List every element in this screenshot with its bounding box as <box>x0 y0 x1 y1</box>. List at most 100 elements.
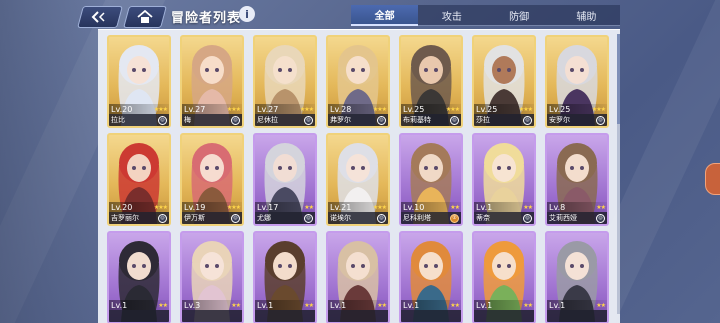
adventurer-card[interactable]: Lv.20 ★★★ 吉罗丽尔 ◎ <box>107 133 171 226</box>
adventurer-card[interactable]: Lv.1 ★★ <box>472 231 536 323</box>
rarity-stars: ★★ <box>523 301 533 309</box>
background-shade <box>0 0 110 323</box>
rarity-stars: ★★★ <box>372 105 387 113</box>
rarity-stars: ★★★ <box>226 203 241 211</box>
home-icon <box>137 10 153 23</box>
adventurer-card[interactable]: Lv.1 ★★ <box>253 231 317 323</box>
adventurer-card[interactable]: Lv.1 ★★ <box>326 231 390 323</box>
rarity-stars: ★★ <box>304 203 314 211</box>
tab-all[interactable]: 全部 <box>351 5 419 26</box>
level-label: Lv.1 <box>257 300 274 310</box>
adventurer-card[interactable]: Lv.1 ★★ <box>107 231 171 323</box>
level-label: Lv.1 <box>476 202 493 212</box>
class-badge-icon: ◎ <box>377 115 386 125</box>
adventurer-card[interactable]: Lv.1 ★★ 蒂奈 ◎ <box>472 133 536 226</box>
level-label: Lv.1 <box>111 300 128 310</box>
adventurer-card[interactable]: Lv.1 ★★ <box>399 231 463 323</box>
back-arrow-icon <box>91 11 105 23</box>
adventurer-name: 吉罗丽尔 <box>111 214 139 222</box>
class-badge-icon: ◎ <box>158 213 167 223</box>
rarity-stars: ★★ <box>450 203 460 211</box>
rarity-stars: ★★ <box>596 203 606 211</box>
adventurer-card[interactable]: Lv.17 ★★ 尤娜 ◎ <box>253 133 317 226</box>
level-label: Lv.20 <box>111 202 133 212</box>
rarity-stars: ★★ <box>377 301 387 309</box>
level-label: Lv.1 <box>549 300 566 310</box>
tab-defense[interactable]: 防御 <box>485 5 553 26</box>
adventurer-name: 伊万斯 <box>184 214 205 222</box>
adventurer-card[interactable]: Lv.27 ★★★ 梅 ◎ <box>180 35 244 128</box>
class-badge-icon: ◎ <box>158 115 167 125</box>
class-badge-icon: ◎ <box>596 213 605 223</box>
adventurer-card[interactable]: Lv.27 ★★★ 尼休拉 ◎ <box>253 35 317 128</box>
level-label: Lv.25 <box>403 104 425 114</box>
adventurer-card[interactable]: Lv.19 ★★★ 伊万斯 ◎ <box>180 133 244 226</box>
tab-attack[interactable]: 攻击 <box>418 5 486 26</box>
level-label: Lv.27 <box>257 104 279 114</box>
adventurer-name: 诺埃尔 <box>330 214 351 222</box>
adventurer-name: 布莉基特 <box>403 116 431 124</box>
level-label: Lv.1 <box>403 300 420 310</box>
class-badge-icon: ② <box>450 213 459 223</box>
side-drawer-handle[interactable] <box>705 163 720 195</box>
adventurer-name: 尼科利塔 <box>403 214 431 222</box>
level-label: Lv.28 <box>330 104 352 114</box>
class-badge-icon: ◎ <box>304 115 313 125</box>
rarity-stars: ★★★ <box>518 105 533 113</box>
adventurer-card[interactable]: Lv.25 ★★★ 安罗尔 ◎ <box>545 35 609 128</box>
class-badge-icon: ◎ <box>523 213 532 223</box>
rarity-stars: ★★★ <box>372 203 387 211</box>
adventurer-card[interactable]: Lv.3 ★★ <box>180 231 244 323</box>
rarity-stars: ★★ <box>596 301 606 309</box>
rarity-stars: ★★ <box>450 301 460 309</box>
class-badge-icon: ◎ <box>231 115 240 125</box>
rarity-stars: ★★★ <box>299 105 314 113</box>
adventurer-name: 莎拉 <box>476 116 490 124</box>
level-label: Lv.20 <box>111 104 133 114</box>
rarity-stars: ★★ <box>304 301 314 309</box>
level-label: Lv.17 <box>257 202 279 212</box>
class-badge-icon: ◎ <box>450 115 459 125</box>
home-button[interactable] <box>123 6 167 28</box>
adventurer-name: 弗罗尔 <box>330 116 351 124</box>
adventurer-card[interactable]: Lv.25 ★★★ 莎拉 ◎ <box>472 35 536 128</box>
level-label: Lv.21 <box>330 202 352 212</box>
adventurer-name: 安罗尔 <box>549 116 570 124</box>
rarity-stars: ★★ <box>231 301 241 309</box>
adventurer-card[interactable]: Lv.1 ★★ <box>545 231 609 323</box>
page-title: 冒险者列表 <box>171 11 242 26</box>
adventurer-card[interactable]: Lv.28 ★★★ 弗罗尔 ◎ <box>326 35 390 128</box>
rarity-stars: ★★★ <box>153 203 168 211</box>
rarity-stars: ★★★ <box>153 105 168 113</box>
adventurer-card[interactable]: Lv.25 ★★★ 布莉基特 ◎ <box>399 35 463 128</box>
level-label: Lv.25 <box>549 104 571 114</box>
rarity-stars: ★★★ <box>445 105 460 113</box>
rarity-stars: ★★★ <box>591 105 606 113</box>
adventurer-card[interactable]: Lv.21 ★★★ 诺埃尔 ◎ <box>326 133 390 226</box>
info-icon[interactable]: i <box>239 6 255 22</box>
level-label: Lv.1 <box>476 300 493 310</box>
scrollbar-thumb[interactable] <box>617 34 620 124</box>
level-label: Lv.8 <box>549 202 566 212</box>
adventurer-name: 尤娜 <box>257 214 271 222</box>
adventurer-card[interactable]: Lv.8 ★★ 艾莉西娅 ◎ <box>545 133 609 226</box>
level-label: Lv.1 <box>330 300 347 310</box>
adventurer-name: 拉比 <box>111 116 125 124</box>
level-label: Lv.10 <box>403 202 425 212</box>
tab-support[interactable]: 辅助 <box>552 5 620 26</box>
class-badge-icon: ◎ <box>523 115 532 125</box>
adventurer-card[interactable]: Lv.10 ★★ 尼科利塔 ② <box>399 133 463 226</box>
filter-tabs: 全部 攻击 防御 辅助 <box>351 5 620 26</box>
rarity-stars: ★★★ <box>226 105 241 113</box>
level-label: Lv.25 <box>476 104 498 114</box>
class-badge-icon: ◎ <box>596 115 605 125</box>
adventurer-card[interactable]: Lv.20 ★★★ 拉比 ◎ <box>107 35 171 128</box>
adventurer-name: 梅 <box>184 116 191 124</box>
rarity-stars: ★★ <box>523 203 533 211</box>
adventurer-name: 尼休拉 <box>257 116 278 124</box>
back-button[interactable] <box>77 6 123 28</box>
adventurer-name: 蒂奈 <box>476 214 490 222</box>
level-label: Lv.27 <box>184 104 206 114</box>
level-label: Lv.19 <box>184 202 206 212</box>
class-badge-icon: ◎ <box>304 213 313 223</box>
